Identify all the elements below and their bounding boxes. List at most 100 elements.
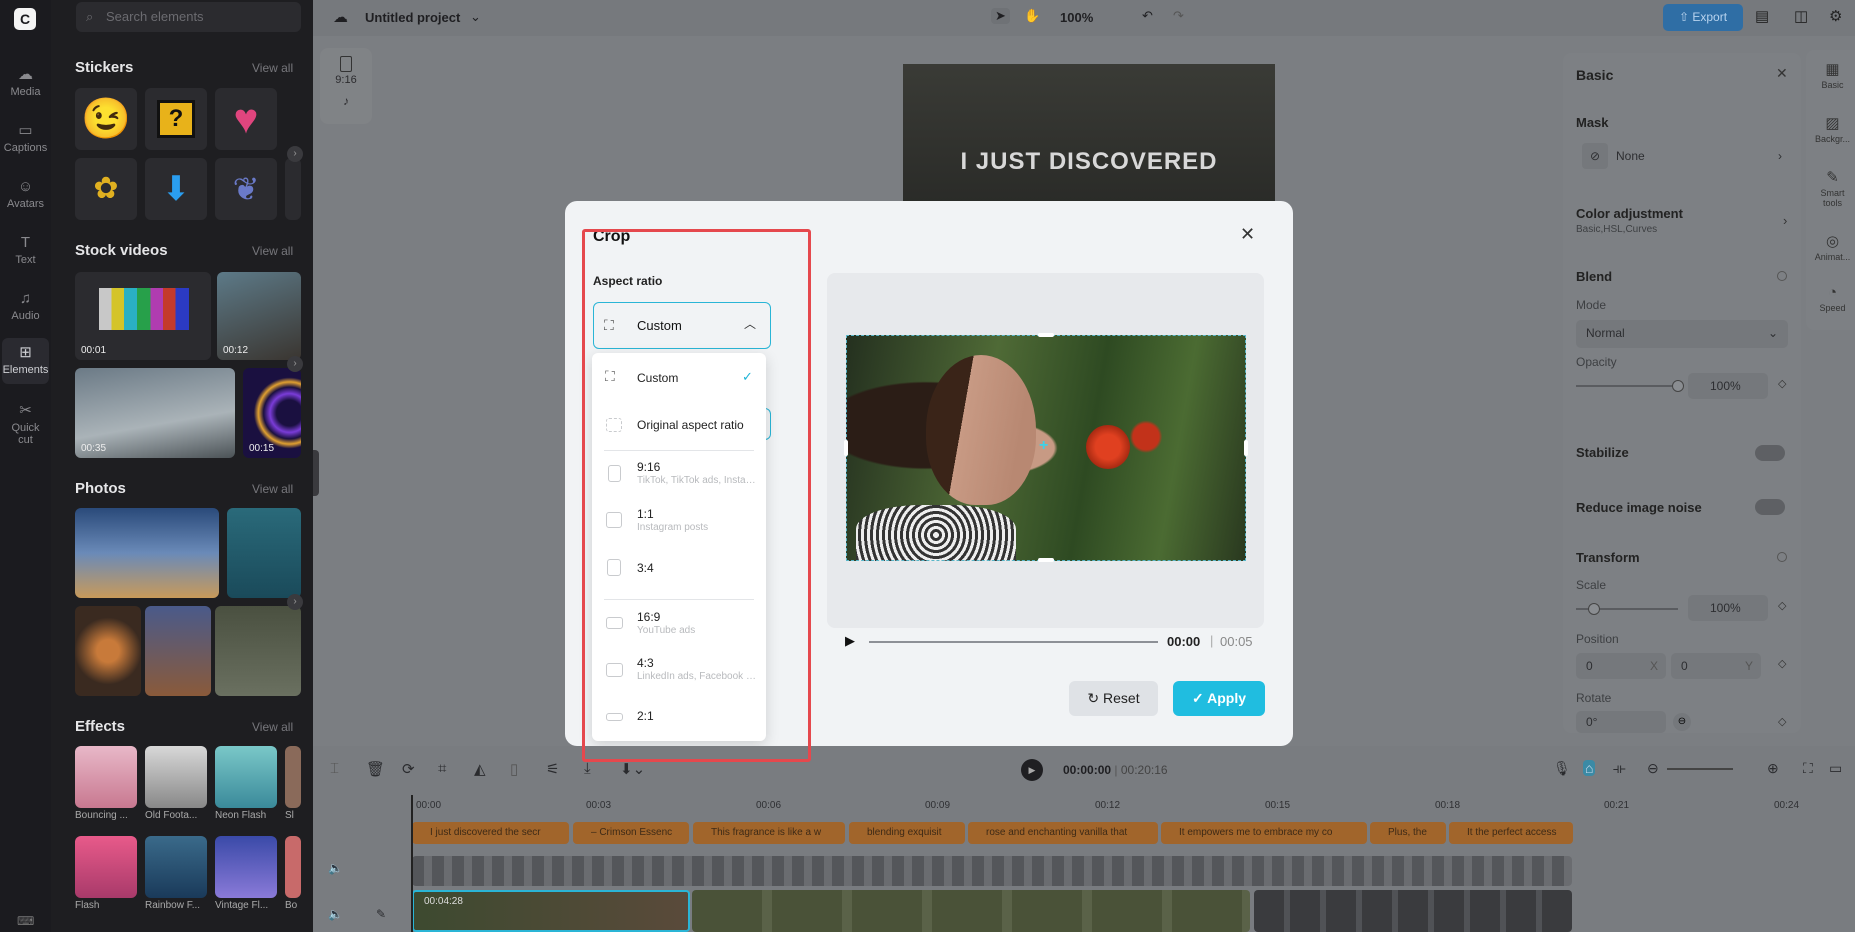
caption-clip[interactable]: – Crimson Essenc [573,822,689,844]
playhead[interactable] [411,795,413,932]
position-y-input[interactable]: 0Y [1671,653,1761,679]
caption-clip[interactable]: It the perfect access [1449,822,1573,844]
undo-icon[interactable]: ↶ [1142,8,1153,24]
link-icon[interactable]: ⟛ [1613,760,1626,777]
crop-handle-top[interactable] [1038,333,1054,337]
color-adjustment-label[interactable]: Color adjustment [1576,206,1683,221]
photo-thumb[interactable] [75,606,141,696]
effects-view-all[interactable]: View all [252,720,293,734]
rotate-dial-icon[interactable]: ⊖ [1673,713,1691,731]
rail-item-media[interactable]: ☁ Media [0,66,51,98]
tab-animation[interactable]: ◎ Animat... [1810,232,1855,262]
sticker-emoji[interactable]: 😉 [75,88,137,150]
effect-thumb[interactable] [75,836,137,898]
magnet-icon[interactable]: ⌂ [1583,760,1596,776]
freeze-icon[interactable]: ▯ [510,760,518,778]
flip-icon[interactable]: ◭ [474,760,486,778]
rail-item-captions[interactable]: ▭ Captions [0,122,51,154]
loop-icon[interactable]: ⟳ [402,760,415,778]
tab-basic[interactable]: ▦ Basic [1810,60,1855,90]
opacity-input[interactable]: 100% [1688,373,1768,399]
scale-input[interactable]: 100% [1688,595,1768,621]
noise-toggle[interactable] [1755,499,1785,515]
slider-thumb[interactable] [1672,380,1684,392]
tab-smart-tools[interactable]: ✎ Smart tools [1810,168,1855,208]
effect-thumb[interactable] [145,746,207,808]
video-clip[interactable] [1254,890,1572,932]
photos-view-all[interactable]: View all [252,482,293,496]
comment-icon[interactable]: ▭ [1829,760,1842,777]
export-button[interactable]: ⇧ Export [1663,4,1743,31]
effect-thumb[interactable] [75,746,137,808]
stock-video-thumb[interactable]: 00:15 [243,368,301,458]
rail-item-avatars[interactable]: ☺ Avatars [0,178,51,210]
project-name[interactable]: Untitled project [365,10,460,25]
effect-thumb[interactable] [215,746,277,808]
chevron-right-icon[interactable]: › [287,146,303,162]
close-icon[interactable]: ✕ [1240,224,1255,245]
layers-icon[interactable]: ▤ [1755,7,1769,25]
progress-bar[interactable] [869,641,1158,643]
stickers-view-all[interactable]: View all [252,61,293,75]
chevron-right-icon[interactable]: › [1783,213,1787,228]
crop-icon[interactable]: ⌗ [438,760,446,777]
mode-select[interactable]: Normal ⌄ [1576,320,1788,348]
stabilize-toggle[interactable] [1755,445,1785,461]
video-clip[interactable] [692,890,1250,932]
rail-item-elements[interactable]: ⊞ Elements [2,338,49,384]
play-icon[interactable]: ▶ [845,633,855,649]
sticker-arrow[interactable]: ⬇ [145,158,207,220]
crop-handle-right[interactable] [1244,440,1248,456]
extract-icon[interactable]: ⤓ [584,760,591,777]
split-icon[interactable]: ⌶ [330,760,339,777]
pointer-icon[interactable]: ➤ [991,8,1010,24]
photo-thumb[interactable] [227,508,301,598]
effect-thumb[interactable] [285,836,301,898]
rail-item-audio[interactable]: ♫ Audio [0,290,51,322]
blend-toggle-icon[interactable] [1777,271,1787,281]
stock-videos-view-all[interactable]: View all [252,244,293,258]
fit-icon[interactable]: ⛶ [1803,760,1813,777]
chevron-right-icon[interactable]: › [287,356,303,372]
video-clip[interactable]: 00:04:28 [412,890,690,932]
sticker-heart[interactable]: ♥ [215,88,277,150]
opacity-slider[interactable] [1576,380,1684,392]
settings-icon[interactable]: ⚙ [1829,7,1842,25]
zoom-level[interactable]: 100% [1060,10,1093,25]
sticker-flower[interactable]: ✿ [75,158,137,220]
caption-clip[interactable]: blending exquisit [849,822,965,844]
rail-item-text[interactable]: T Text [0,234,51,266]
stock-video-thumb[interactable]: 00:35 [75,368,235,458]
keyframe-icon[interactable]: ◇ [1778,377,1786,390]
caption-clip[interactable]: This fragrance is like a w [693,822,845,844]
stock-video-thumb[interactable]: 00:01 [75,272,211,360]
apply-button[interactable]: ✓ Apply [1173,681,1265,716]
mask-select[interactable]: ⊘ None › [1576,141,1788,171]
edit-icon[interactable]: ✎ [376,907,386,921]
sticker-partial[interactable] [285,158,301,220]
keyframe-icon[interactable]: ◇ [1778,599,1786,612]
app-logo[interactable]: C [14,8,36,30]
sticker-leaf[interactable]: ❦ [215,158,277,220]
canvas-preview[interactable]: I JUST DISCOVERED [903,64,1275,204]
crop-handle-left[interactable] [844,440,848,456]
layout-icon[interactable]: ◫ [1794,7,1808,25]
slider-thumb[interactable] [1588,603,1600,615]
caption-clip[interactable]: It empowers me to embrace my co [1161,822,1367,844]
reset-button[interactable]: ↻ Reset [1069,681,1158,716]
hand-icon[interactable]: ✋ [1024,8,1040,24]
effect-thumb[interactable] [215,836,277,898]
effect-thumb[interactable] [145,836,207,898]
chevron-right-icon[interactable]: › [287,594,303,610]
effect-thumb[interactable] [285,746,301,808]
canvas-ratio-panel[interactable]: 9:16 ♪ [320,48,372,124]
close-icon[interactable]: ✕ [1776,65,1788,82]
rotate-input[interactable]: 0° [1576,711,1666,733]
photo-thumb[interactable] [75,508,219,598]
caption-clip[interactable]: I just discovered the secr [412,822,569,844]
delete-icon[interactable]: 🗑 [366,760,385,778]
transform-reset-icon[interactable] [1777,552,1787,562]
photo-thumb[interactable] [215,606,301,696]
chevron-down-icon[interactable]: ⌄ [470,9,481,25]
zoom-in-icon[interactable]: ⊕ [1767,760,1779,777]
